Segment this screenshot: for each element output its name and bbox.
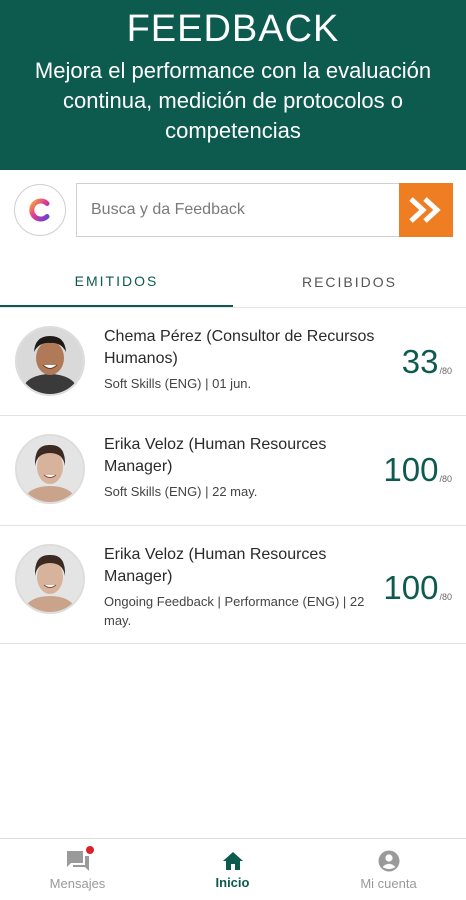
feedback-score: 100 /80 [383, 453, 452, 486]
page-subtitle: Mejora el performance con la evaluación … [34, 58, 432, 143]
person-photo-icon [17, 546, 83, 612]
score-value: 100 [383, 569, 439, 606]
tab-recibidos[interactable]: RECIBIDOS [233, 256, 466, 308]
feedback-item[interactable]: Chema Pérez (Consultor de Recursos Human… [0, 308, 466, 416]
feedback-info: Chema Pérez (Consultor de Recursos Human… [104, 326, 384, 393]
header-banner: FEEDBACK Mejora el performance con la ev… [0, 0, 466, 170]
avatar [15, 434, 85, 504]
score-max: /80 [439, 592, 452, 602]
notification-badge [85, 845, 94, 854]
nav-label: Mensajes [49, 875, 106, 891]
nav-mensajes[interactable]: Mensajes [0, 839, 155, 900]
feedback-score: 33 /80 [402, 345, 452, 378]
tab-emitidos[interactable]: EMITIDOS [0, 256, 233, 308]
chat-icon [66, 850, 89, 871]
feedback-meta: Ongoing Feedback | Performance (ENG) | 2… [104, 594, 365, 628]
feedback-info: Erika Veloz (Human Resources Manager) On… [104, 544, 384, 630]
feedback-meta: Soft Skills (ENG) | 22 may. [104, 484, 258, 499]
feedback-meta: Soft Skills (ENG) | 01 jun. [104, 376, 252, 391]
feedback-tabs: EMITIDOS RECIBIDOS [0, 256, 466, 308]
feedback-person-name: Chema Pérez (Consultor de Recursos Human… [104, 328, 375, 367]
double-chevron-right-icon [409, 197, 441, 223]
bottom-navigation: Mensajes Inicio Mi cuenta [0, 838, 466, 900]
search-input[interactable] [91, 201, 400, 219]
score-max: /80 [439, 474, 452, 484]
score-value: 100 [383, 451, 439, 488]
feedback-info: Erika Veloz (Human Resources Manager) So… [104, 434, 384, 501]
nav-inicio[interactable]: Inicio [155, 839, 310, 900]
company-logo[interactable] [14, 184, 66, 236]
feedback-person-name: Erika Veloz (Human Resources Manager) [104, 546, 327, 585]
home-icon [222, 851, 243, 870]
person-photo-icon [17, 328, 83, 394]
feedback-list: Chema Pérez (Consultor de Recursos Human… [0, 308, 466, 644]
nav-label: Inicio [215, 874, 250, 890]
page-title: FEEDBACK [126, 8, 340, 50]
avatar [15, 326, 85, 396]
chat-icon-wrap [66, 845, 94, 872]
feedback-item[interactable]: Erika Veloz (Human Resources Manager) On… [0, 526, 466, 644]
avatar [15, 544, 85, 614]
search-submit-button[interactable] [399, 183, 453, 237]
c-logo-icon [29, 198, 50, 222]
nav-label: Mi cuenta [360, 875, 417, 891]
nav-mi-cuenta[interactable]: Mi cuenta [311, 839, 466, 900]
feedback-item[interactable]: Erika Veloz (Human Resources Manager) So… [0, 416, 466, 526]
person-photo-icon [17, 436, 83, 502]
feedback-person-name: Erika Veloz (Human Resources Manager) [104, 436, 327, 475]
search-field[interactable] [76, 183, 400, 237]
account-icon [378, 850, 399, 871]
score-value: 33 [401, 343, 439, 380]
score-max: /80 [439, 366, 452, 376]
search-row [14, 183, 454, 237]
feedback-score: 100 /80 [383, 571, 452, 604]
